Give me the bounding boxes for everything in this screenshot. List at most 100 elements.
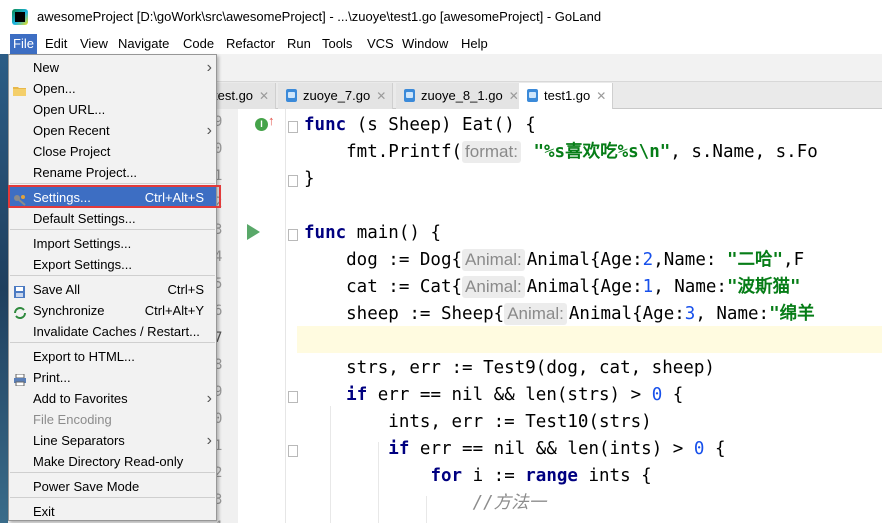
close-tab-icon[interactable]: ✕ <box>259 89 269 103</box>
run-icon[interactable] <box>247 224 260 240</box>
menu-item-line-separators[interactable]: Line Separators › <box>9 430 216 451</box>
window-title-bar[interactable]: awesomeProject [D:\goWork\src\awesomePro… <box>0 0 882 34</box>
menu-file[interactable]: File <box>10 34 37 54</box>
menu-item-open[interactable]: Open... <box>9 78 216 99</box>
code-line[interactable]: } <box>304 166 315 193</box>
code-token: 0 <box>693 439 705 459</box>
menu-item-open-recent[interactable]: Open Recent › <box>9 120 216 141</box>
menu-vcs[interactable]: VCS <box>364 34 397 54</box>
fold-marker-icon[interactable] <box>288 445 298 457</box>
code-token: //方法一 <box>472 493 547 513</box>
implements-icon[interactable]: I <box>255 118 268 131</box>
code-area[interactable]: func (s Sheep) Eat() { fmt.Printf(format… <box>304 109 882 523</box>
menu-edit[interactable]: Edit <box>42 34 70 54</box>
menu-item-make-directory-read-only[interactable]: Make Directory Read-only <box>9 451 216 472</box>
menu-item-export-settings[interactable]: Export Settings... <box>9 254 216 275</box>
tab-label: zuoye_8_1.go <box>421 88 503 103</box>
menu-item-file-encoding[interactable]: File Encoding <box>9 409 216 430</box>
code-token: , Name: <box>653 277 727 297</box>
menu-window[interactable]: Window <box>399 34 451 54</box>
menu-item-shortcut: Ctrl+Alt+S <box>144 190 204 205</box>
folder-icon <box>13 82 27 96</box>
editor-tab[interactable]: test.go ✕ <box>210 83 277 109</box>
close-tab-icon[interactable]: ✕ <box>376 89 386 103</box>
code-token: (s Sheep) Eat() { <box>346 115 536 135</box>
code-line[interactable]: func main() { <box>304 220 441 247</box>
menu-item-default-settings[interactable]: Default Settings... <box>9 208 216 229</box>
submenu-arrow-icon: › <box>206 390 212 407</box>
fold-marker-icon[interactable] <box>288 121 298 133</box>
menu-item-label: Default Settings... <box>33 211 136 226</box>
code-line[interactable]: sheep := Sheep{Animal: Animal{Age:3, Name… <box>304 301 815 328</box>
code-line[interactable]: fmt.Printf(format: "%s喜欢吃%s\n", s.Name, … <box>304 139 818 166</box>
code-token: 3 <box>684 304 696 324</box>
code-token: cat := Cat{ <box>304 277 463 297</box>
go-file-icon <box>527 89 538 102</box>
code-line[interactable]: cat := Cat{Animal: Animal{Age:1, Name:"波斯… <box>304 274 801 301</box>
code-token: { <box>704 439 726 459</box>
fold-marker-icon[interactable] <box>288 391 298 403</box>
menu-separator <box>10 275 215 276</box>
editor-tab[interactable]: zuoye_8_1.go ✕ <box>396 83 526 109</box>
code-token: err == nil && len(ints) > <box>409 439 694 459</box>
code-token: sheep := Sheep{ <box>304 304 505 324</box>
menu-item-label: Add to Favorites <box>33 391 128 406</box>
fold-marker-icon[interactable] <box>288 175 298 187</box>
menu-item-new[interactable]: New › <box>9 57 216 78</box>
code-line[interactable]: if err == nil && len(ints) > 0 { <box>304 436 725 463</box>
code-token: range <box>525 466 578 486</box>
menu-item-save-all[interactable]: Save All Ctrl+S <box>9 279 216 300</box>
menu-item-shortcut: Ctrl+S <box>167 282 204 297</box>
menu-item-exit[interactable]: Exit <box>9 501 216 522</box>
editor-tab[interactable]: zuoye_7.go ✕ <box>278 83 394 109</box>
menu-refactor[interactable]: Refactor <box>223 34 278 54</box>
code-line[interactable]: if err == nil && len(strs) > 0 { <box>304 382 683 409</box>
menu-item-label: Export to HTML... <box>33 349 135 364</box>
code-token: 0 <box>651 385 663 405</box>
menu-view[interactable]: View <box>77 34 111 54</box>
menu-item-add-to-favorites[interactable]: Add to Favorites › <box>9 388 216 409</box>
code-token: func <box>304 223 347 243</box>
menu-item-import-settings[interactable]: Import Settings... <box>9 233 216 254</box>
wrench-icon <box>13 191 27 206</box>
menu-item-label: Save All <box>33 282 80 297</box>
fold-marker-icon[interactable] <box>288 229 298 241</box>
code-line[interactable]: for i := range ints { <box>304 463 651 490</box>
code-line[interactable]: func (s Sheep) Eat() { <box>304 112 536 139</box>
menu-navigate[interactable]: Navigate <box>115 34 172 54</box>
editor-tab[interactable]: test1.go ✕ <box>519 83 614 110</box>
code-line[interactable]: strs, err := Test9(dog, cat, sheep) <box>304 355 715 382</box>
submenu-arrow-icon: › <box>206 432 212 449</box>
window-title: awesomeProject [D:\goWork\src\awesomePro… <box>37 9 602 24</box>
menu-item-label: Exit <box>33 504 55 519</box>
menu-item-export-to-html[interactable]: Export to HTML... <box>9 346 216 367</box>
code-line[interactable]: dog := Dog{Animal: Animal{Age:2,Name: "二哈… <box>304 247 804 274</box>
menu-item-label: Invalidate Caches / Restart... <box>33 324 200 339</box>
code-token: Animal{Age: <box>526 277 643 297</box>
menu-item-open-url[interactable]: Open URL... <box>9 99 216 120</box>
menu-item-print[interactable]: Print... <box>9 367 216 388</box>
menu-item-label: Make Directory Read-only <box>33 454 184 469</box>
code-token: ,Name: <box>653 250 727 270</box>
arrow-up-icon: ↑ <box>268 113 275 128</box>
menu-separator <box>10 229 215 230</box>
close-tab-icon[interactable]: ✕ <box>509 89 519 103</box>
menu-run[interactable]: Run <box>284 34 314 54</box>
menu-item-settings[interactable]: Settings... Ctrl+Alt+S <box>9 187 216 208</box>
menu-item-power-save-mode[interactable]: Power Save Mode <box>9 476 216 497</box>
code-token: 2 <box>642 250 654 270</box>
menu-item-rename-project[interactable]: Rename Project... <box>9 162 216 183</box>
menu-item-invalidate-caches-restart[interactable]: Invalidate Caches / Restart... <box>9 321 216 342</box>
code-line[interactable]: ints, err := Test10(strs) <box>304 409 651 436</box>
menu-item-synchronize[interactable]: Synchronize Ctrl+Alt+Y <box>9 300 216 321</box>
code-token: main() { <box>346 223 441 243</box>
menu-help[interactable]: Help <box>458 34 491 54</box>
print-icon <box>13 371 27 387</box>
indent-guide <box>426 496 427 523</box>
menu-code[interactable]: Code <box>180 34 217 54</box>
menu-item-label: Close Project <box>33 144 111 159</box>
close-tab-icon[interactable]: ✕ <box>596 89 606 103</box>
menu-item-close-project[interactable]: Close Project <box>9 141 216 162</box>
menu-tools[interactable]: Tools <box>319 34 355 54</box>
